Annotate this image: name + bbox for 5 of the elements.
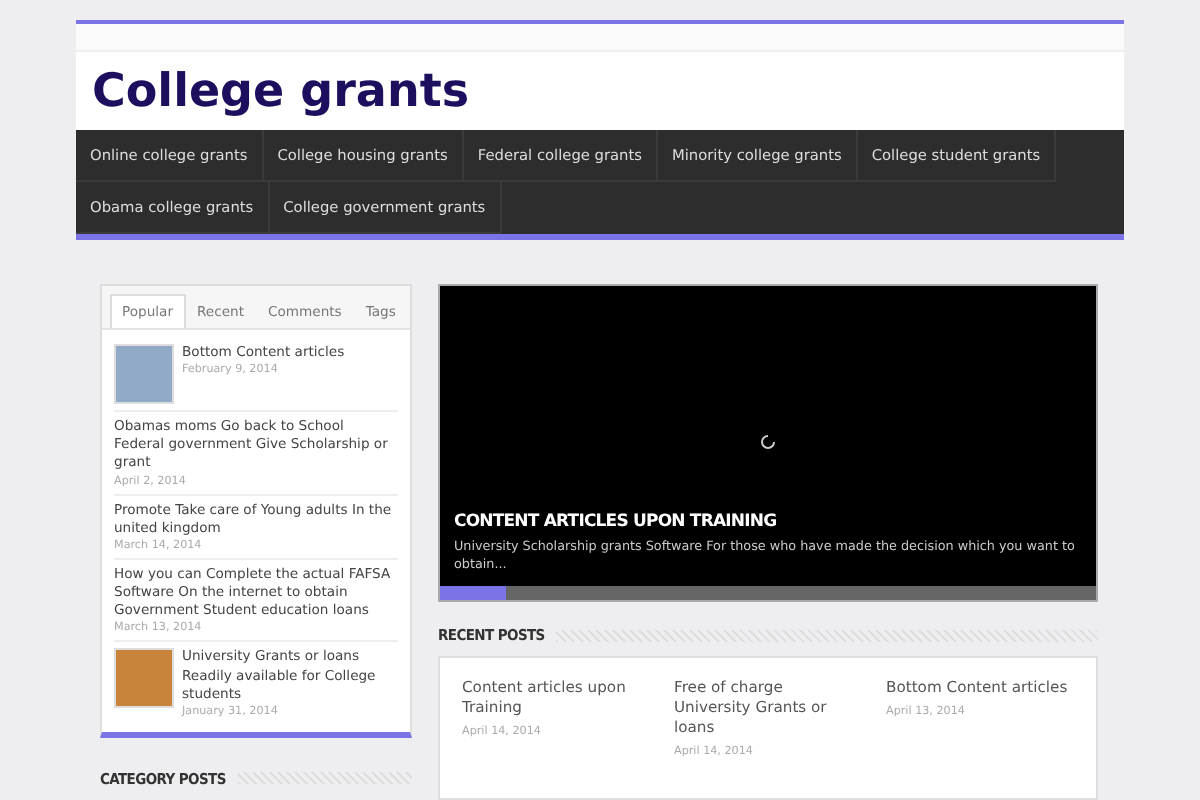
site-title[interactable]: College grants (92, 65, 470, 118)
photo-placeholder (114, 344, 174, 404)
slide-title[interactable]: CONTENT ARTICLES UPON TRAINING (454, 512, 1082, 533)
loading-spinner-icon (760, 434, 776, 450)
photo-placeholder (114, 648, 174, 709)
